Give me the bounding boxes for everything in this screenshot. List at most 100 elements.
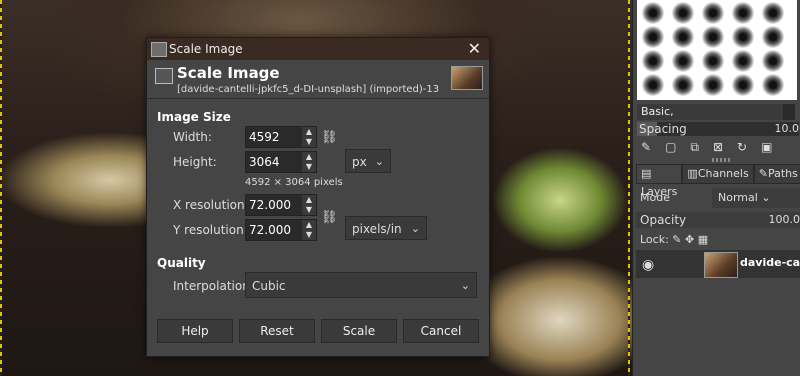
- brush-item[interactable]: [761, 26, 785, 48]
- brush-item[interactable]: [701, 2, 725, 24]
- width-spinner[interactable]: ▲ ▼: [302, 127, 316, 147]
- interpolation-dropdown[interactable]: Cubic ⌄: [245, 272, 477, 298]
- lock-pixels-icon[interactable]: ✎: [672, 233, 681, 246]
- width-input[interactable]: [246, 127, 301, 147]
- brush-item[interactable]: [731, 50, 755, 72]
- cancel-button[interactable]: Cancel: [403, 319, 479, 343]
- brush-item[interactable]: [761, 2, 785, 24]
- reset-button[interactable]: Reset: [239, 319, 315, 343]
- resolution-unit-value: pixels/in: [352, 222, 402, 236]
- open-as-image-icon[interactable]: ▣: [761, 140, 772, 154]
- visibility-eye-icon[interactable]: ◉: [642, 257, 654, 273]
- dock-separator-handle[interactable]: [712, 158, 732, 162]
- brush-item[interactable]: [641, 50, 665, 72]
- canvas-boundary-left: [0, 0, 2, 376]
- spacing-value: 10.0: [774, 122, 800, 135]
- lock-alpha-icon[interactable]: ▦: [698, 233, 708, 246]
- dialog-window-title: Scale Image: [169, 42, 243, 56]
- channels-tab-icon: ▥: [687, 167, 698, 180]
- dialog-header-title: Scale Image: [177, 64, 280, 82]
- brush-name-field[interactable]: Basic,: [637, 104, 791, 120]
- image-size-title: Image Size: [157, 110, 231, 124]
- lock-row: Lock: ✎ ✥ ▦: [636, 232, 708, 248]
- brush-item[interactable]: [731, 74, 755, 96]
- size-unit-dropdown[interactable]: px ⌄: [345, 149, 391, 173]
- layer-thumbnail: [704, 252, 738, 278]
- chevron-down-icon: ⌄: [761, 191, 771, 204]
- brush-item[interactable]: [731, 2, 755, 24]
- edit-brush-icon[interactable]: ✎: [641, 140, 651, 154]
- brush-item[interactable]: [761, 74, 785, 96]
- tab-layers[interactable]: ▤ Layers: [636, 164, 683, 198]
- brush-item[interactable]: [701, 74, 725, 96]
- height-field[interactable]: ▲▼: [245, 151, 317, 173]
- y-resolution-field[interactable]: ▲▼: [245, 219, 317, 241]
- spacing-slider[interactable]: Spacing 10.0: [637, 122, 799, 136]
- resolution-chain-link-icon[interactable]: ⛓: [321, 210, 338, 225]
- dimensions-info: 4592 × 3064 pixels: [245, 177, 343, 188]
- height-spinner[interactable]: ▲ ▼: [302, 152, 316, 172]
- scale-image-dialog: Scale Image ✕ Scale Image [davide-cantel…: [146, 37, 490, 357]
- chevron-down-icon: ⌄: [410, 222, 420, 235]
- height-input[interactable]: [246, 152, 301, 172]
- x-resolution-label: X resolution:: [173, 198, 249, 212]
- interpolation-label: Interpolation:: [173, 279, 254, 293]
- brush-item[interactable]: [671, 50, 695, 72]
- brush-name-text: Basic,: [641, 105, 674, 118]
- brush-item[interactable]: [671, 2, 695, 24]
- refresh-brushes-icon[interactable]: ↻: [737, 140, 747, 154]
- opacity-slider[interactable]: Opacity 100.0: [636, 212, 800, 228]
- mode-label: Mode: [640, 191, 670, 204]
- new-brush-icon[interactable]: ▢: [665, 140, 676, 154]
- height-label: Height:: [173, 155, 217, 169]
- chevron-down-icon: ⌄: [374, 155, 384, 168]
- brush-item[interactable]: [701, 50, 725, 72]
- brush-item[interactable]: [731, 26, 755, 48]
- brush-item[interactable]: [641, 2, 665, 24]
- layer-item[interactable]: ◉ davide-cante: [636, 250, 800, 278]
- interpolation-value: Cubic: [252, 279, 286, 293]
- scale-button[interactable]: Scale: [321, 319, 397, 343]
- spacing-label: Spacing: [639, 122, 687, 136]
- width-field[interactable]: ▲▼: [245, 126, 317, 148]
- delete-brush-icon[interactable]: ⊠: [713, 140, 723, 154]
- tab-channels[interactable]: ▥Channels: [682, 164, 754, 184]
- chain-link-icon[interactable]: ⛓: [321, 130, 338, 145]
- brush-item[interactable]: [641, 26, 665, 48]
- width-label: Width:: [173, 130, 212, 144]
- opacity-value: 100.0: [768, 213, 800, 226]
- y-resolution-input[interactable]: [246, 220, 301, 240]
- tab-paths[interactable]: ✎Paths: [753, 164, 800, 184]
- gimp-app-icon: [151, 42, 167, 57]
- resolution-unit-dropdown[interactable]: pixels/in ⌄: [345, 216, 427, 240]
- tab-channels-label: Channels: [697, 167, 749, 180]
- dialog-titlebar[interactable]: Scale Image ✕: [147, 38, 489, 60]
- lock-label: Lock:: [640, 233, 669, 246]
- y-resolution-label: Y resolution:: [173, 223, 248, 237]
- brush-toolbar: ✎ ▢ ⧉ ⊠ ↻ ▣: [637, 140, 800, 154]
- mode-dropdown[interactable]: Normal ⌄: [712, 188, 800, 208]
- scale-image-icon: [155, 68, 173, 84]
- x-resolution-spinner[interactable]: ▲ ▼: [302, 195, 316, 215]
- size-unit-value: px: [352, 155, 367, 169]
- dialog-header-subtitle: [davide-cantelli-jpkfc5_d-DI-unsplash] (…: [177, 84, 440, 95]
- duplicate-brush-icon[interactable]: ⧉: [690, 140, 699, 154]
- brush-item[interactable]: [671, 74, 695, 96]
- help-button[interactable]: Help: [157, 319, 233, 343]
- brush-item[interactable]: [641, 74, 665, 96]
- chevron-down-icon: ⌄: [460, 279, 470, 292]
- brush-item[interactable]: [671, 26, 695, 48]
- y-resolution-spinner[interactable]: ▲ ▼: [302, 220, 316, 240]
- x-resolution-input[interactable]: [246, 195, 301, 215]
- brush-item[interactable]: [761, 50, 785, 72]
- lock-position-icon[interactable]: ✥: [685, 233, 694, 246]
- x-resolution-field[interactable]: ▲▼: [245, 194, 317, 216]
- brush-item[interactable]: [701, 26, 725, 48]
- close-icon[interactable]: ✕: [468, 38, 481, 60]
- canvas-boundary-right: [628, 0, 630, 376]
- layer-mode-row: Mode Normal ⌄: [636, 188, 800, 208]
- tab-paths-label: Paths: [767, 167, 798, 180]
- brush-scrollbar[interactable]: [783, 104, 795, 120]
- brush-grid[interactable]: [637, 0, 797, 100]
- mode-value: Normal: [718, 191, 758, 204]
